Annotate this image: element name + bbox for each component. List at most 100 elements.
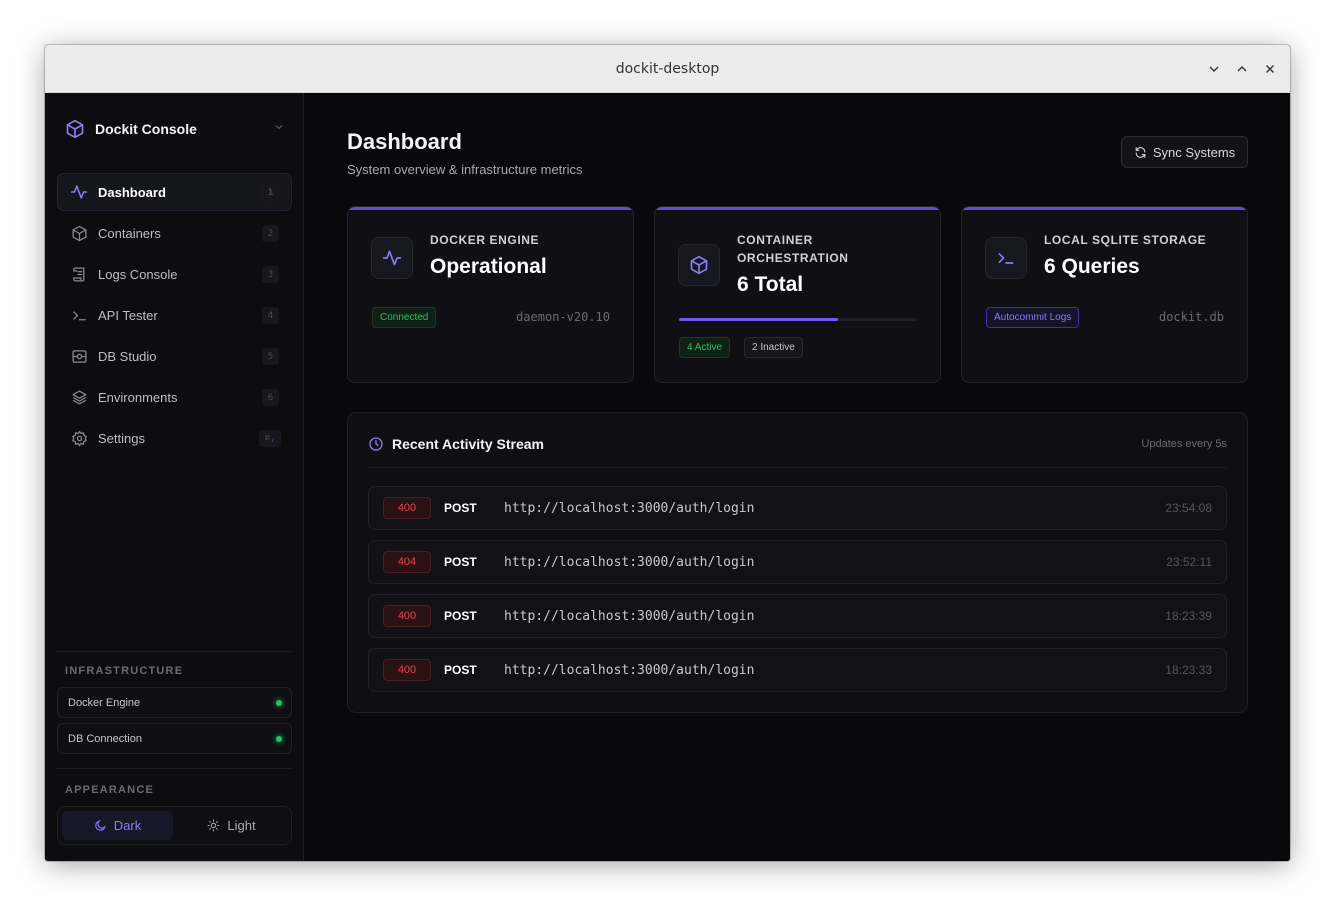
- activity-title: Recent Activity Stream: [392, 436, 544, 452]
- divider: [368, 467, 1227, 468]
- card-value: 6 Total: [737, 273, 804, 296]
- gear-icon: [70, 429, 88, 447]
- window-controls: [1202, 57, 1282, 81]
- sidebar-item-label: DB Studio: [98, 348, 157, 364]
- sidebar-item-settings[interactable]: Settings ⌘,: [57, 419, 292, 457]
- activity-row[interactable]: 400 POST http://localhost:3000/auth/logi…: [368, 486, 1227, 530]
- sidebar-nav: Dashboard 1 Containers 2 Logs Console 3 …: [57, 173, 292, 460]
- timestamp: 18:23:33: [1165, 663, 1212, 677]
- infra-item-label: DB Connection: [68, 732, 142, 745]
- activity-row[interactable]: 400 POST http://localhost:3000/auth/logi…: [368, 594, 1227, 638]
- sun-icon: [207, 819, 220, 832]
- timestamp: 23:54:08: [1165, 501, 1212, 515]
- activity-row[interactable]: 400 POST http://localhost:3000/auth/logi…: [368, 648, 1227, 692]
- moon-icon: [95, 820, 106, 831]
- scroll-icon: [70, 265, 88, 283]
- layers-icon: [70, 388, 88, 406]
- chevron-down-icon: [1209, 66, 1219, 72]
- infrastructure-heading: INFRASTRUCTURE: [65, 665, 184, 677]
- page-subtitle: System overview & infrastructure metrics: [347, 162, 583, 177]
- database-icon: [70, 347, 88, 365]
- sidebar: Dockit Console Dashboard 1 Containers 2 …: [45, 93, 304, 861]
- sidebar-item-dashboard[interactable]: Dashboard 1: [57, 173, 292, 211]
- sqlite-storage-card: LOCAL SQLITE STORAGE 6 Queries Autocommi…: [961, 206, 1248, 383]
- theme-dark-button[interactable]: Dark: [62, 811, 173, 840]
- card-value: 6 Queries: [1044, 255, 1140, 278]
- sidebar-item-logs-console[interactable]: Logs Console 3: [57, 255, 292, 293]
- chevron-up-icon: [1237, 66, 1247, 72]
- box-logo-icon: [66, 119, 84, 139]
- shortcut-key: 6: [262, 389, 279, 406]
- http-method: POST: [444, 609, 477, 623]
- sync-systems-label: Sync Systems: [1152, 144, 1236, 160]
- status-code-badge: 400: [383, 605, 431, 627]
- container-progress-bar: [679, 318, 917, 321]
- box-icon: [70, 224, 88, 242]
- activity-row[interactable]: 404 POST http://localhost:3000/auth/logi…: [368, 540, 1227, 584]
- sidebar-item-api-tester[interactable]: API Tester 4: [57, 296, 292, 334]
- activity-panel: Recent Activity Stream Updates every 5s …: [347, 412, 1248, 713]
- sidebar-item-environments[interactable]: Environments 6: [57, 378, 292, 416]
- maximize-button[interactable]: [1230, 57, 1254, 81]
- request-url: http://localhost:3000/auth/login: [504, 554, 755, 570]
- sidebar-item-label: Environments: [98, 389, 178, 405]
- infra-item-db-connection: DB Connection: [57, 723, 292, 754]
- shortcut-key: 3: [262, 266, 279, 283]
- shortcut-key: 1: [262, 184, 279, 201]
- theme-dark-label: Dark: [113, 818, 142, 833]
- active-badge: 4 Active: [679, 337, 731, 358]
- status-code-badge: 400: [383, 497, 431, 519]
- theme-light-button[interactable]: Light: [176, 811, 287, 840]
- close-icon: [1266, 65, 1274, 73]
- sidebar-item-label: Logs Console: [98, 266, 178, 282]
- timestamp: 18:23:39: [1165, 609, 1212, 623]
- workspace-switcher[interactable]: Dockit Console: [65, 119, 285, 139]
- sync-systems-button[interactable]: Sync Systems: [1121, 136, 1248, 168]
- theme-switch: Dark Light: [57, 806, 292, 845]
- refresh-icon: [1135, 146, 1146, 158]
- http-method: POST: [444, 555, 477, 569]
- timestamp: 23:52:11: [1166, 555, 1212, 569]
- shortcut-key: ⌘,: [259, 430, 281, 447]
- window-title: dockit-desktop: [615, 60, 720, 77]
- chevron-down-icon: [275, 125, 283, 130]
- request-url: http://localhost:3000/auth/login: [504, 608, 755, 624]
- appearance-heading: APPEARANCE: [65, 784, 155, 796]
- activity-icon: [70, 183, 88, 201]
- sidebar-item-label: Settings: [98, 430, 145, 446]
- daemon-version: daemon-v20.10: [516, 310, 610, 324]
- terminal-icon: [70, 306, 88, 324]
- card-value: Operational: [430, 255, 547, 278]
- terminal-icon: [985, 237, 1027, 279]
- docker-engine-card: DOCKER ENGINE Operational Connected daem…: [347, 206, 634, 383]
- infra-item-label: Docker Engine: [68, 696, 141, 709]
- sidebar-item-db-studio[interactable]: DB Studio 5: [57, 337, 292, 375]
- container-orchestration-card: CONTAINER ORCHESTRATION 6 Total 4 Active…: [654, 206, 941, 383]
- request-url: http://localhost:3000/auth/login: [504, 662, 755, 678]
- brand-name: Dockit Console: [95, 121, 197, 137]
- activity-icon: [371, 237, 413, 279]
- infra-item-docker-engine: Docker Engine: [57, 687, 292, 718]
- http-method: POST: [444, 501, 477, 515]
- sidebar-item-label: Containers: [98, 225, 161, 241]
- app-window: dockit-desktop Dockit Console Dashboard …: [45, 45, 1290, 861]
- close-button[interactable]: [1258, 57, 1282, 81]
- sidebar-item-containers[interactable]: Containers 2: [57, 214, 292, 252]
- http-method: POST: [444, 663, 477, 677]
- status-dot: [276, 736, 282, 742]
- card-label: CONTAINER ORCHESTRATION: [737, 233, 849, 265]
- sidebar-item-label: API Tester: [98, 307, 158, 323]
- autocommit-badge: Autocommit Logs: [986, 307, 1080, 328]
- minimize-button[interactable]: [1202, 57, 1226, 81]
- card-label: DOCKER ENGINE: [430, 233, 540, 247]
- theme-light-label: Light: [227, 818, 256, 833]
- title-bar: dockit-desktop: [45, 45, 1290, 93]
- progress-fill: [679, 318, 838, 321]
- divider: [57, 768, 292, 769]
- database-file: dockit.db: [1158, 310, 1224, 324]
- main-content: Dashboard System overview & infrastructu…: [305, 93, 1290, 861]
- status-badge: Connected: [372, 307, 437, 328]
- inactive-badge: 2 Inactive: [744, 337, 803, 358]
- divider: [57, 651, 292, 652]
- request-url: http://localhost:3000/auth/login: [504, 500, 755, 516]
